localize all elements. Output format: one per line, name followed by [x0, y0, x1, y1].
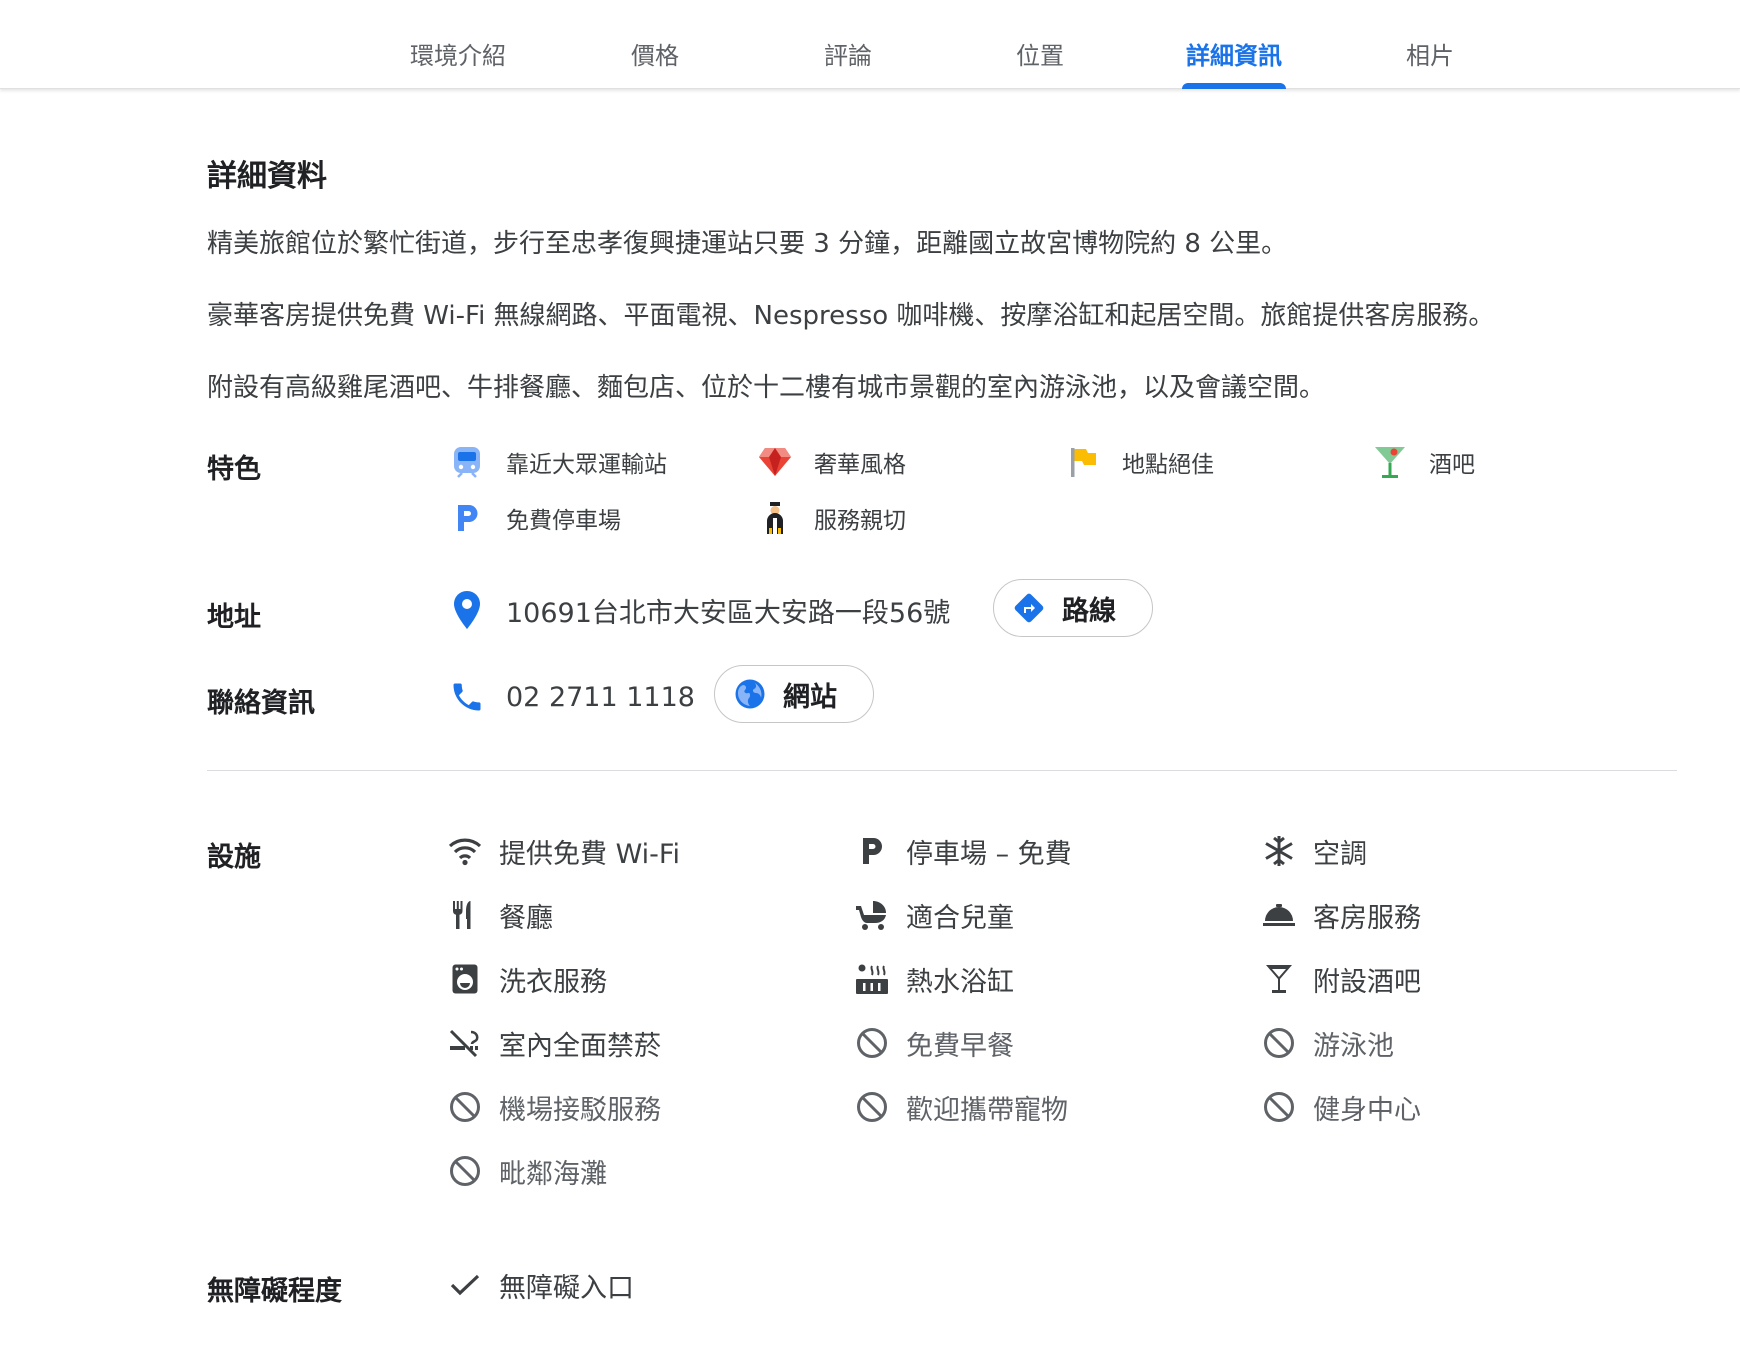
restaurant-icon: [447, 897, 483, 933]
not-available-icon: [1261, 1089, 1297, 1125]
not-available-icon: [447, 1153, 483, 1189]
parking-icon: [854, 833, 890, 869]
check-icon: [447, 1267, 483, 1303]
cocktail-icon: [1370, 442, 1410, 482]
address-label: 地址: [207, 602, 261, 633]
tab-location[interactable]: 位置: [1010, 36, 1070, 89]
amenity-pets-allowed: 歡迎攜帶寵物: [854, 1087, 1068, 1127]
feature-luxury: 奢華風格: [755, 442, 906, 482]
active-tab-indicator: [1182, 83, 1286, 89]
feature-free-parking: 免費停車場: [447, 498, 621, 538]
tab-overview[interactable]: 環境介紹: [403, 36, 513, 89]
amenities-label: 設施: [207, 842, 261, 873]
amenity-airport-shuttle: 機場接駁服務: [447, 1087, 661, 1127]
directions-icon: [1012, 591, 1046, 625]
amenity-room-service: 客房服務: [1261, 895, 1421, 935]
amenity-laundry: 洗衣服務: [447, 959, 607, 999]
stroller-icon: [854, 897, 890, 933]
description-paragraph-3: 附設有高級雞尾酒吧、牛排餐廳、麵包店、位於十二樓有城市景觀的室內游泳池，以及會議…: [207, 373, 1326, 403]
amenity-parking: 停車場 – 免費: [854, 831, 1072, 871]
not-available-icon: [854, 1089, 890, 1125]
address-row: 10691台北市大安區大安路一段56號: [447, 590, 950, 630]
details-title: 詳細資料: [207, 159, 327, 194]
flag-icon: [1063, 442, 1103, 482]
amenity-kid-friendly: 適合兒童: [854, 895, 1014, 935]
tab-prices[interactable]: 價格: [625, 36, 685, 89]
tab-photos[interactable]: 相片: [1400, 36, 1460, 89]
feature-location: 地點絕佳: [1063, 442, 1214, 482]
globe-icon: [733, 677, 767, 711]
description-paragraph-2: 豪華客房提供免費 Wi-Fi 無線網路、平面電視、Nespresso 咖啡機、按…: [207, 301, 1495, 331]
contact-label: 聯絡資訊: [207, 688, 315, 719]
laundry-icon: [447, 961, 483, 997]
accessibility-label: 無障礙程度: [207, 1276, 342, 1307]
amenity-wifi: 提供免費 Wi-Fi: [447, 831, 680, 871]
amenity-fitness-center: 健身中心: [1261, 1087, 1421, 1127]
not-available-icon: [1261, 1025, 1297, 1061]
feature-transit: 靠近大眾運輸站: [447, 442, 667, 482]
amenity-hot-tub: 熱水浴缸: [854, 959, 1014, 999]
amenity-restaurant: 餐廳: [447, 895, 553, 935]
tab-details[interactable]: 詳細資訊: [1182, 36, 1286, 89]
accessibility-entrance: 無障礙入口: [447, 1265, 634, 1305]
not-available-icon: [447, 1089, 483, 1125]
amenity-no-smoking: 室內全面禁菸: [447, 1023, 661, 1063]
address-value[interactable]: 10691台北市大安區大安路一段56號: [506, 591, 950, 630]
no-smoking-icon: [447, 1025, 483, 1061]
website-button[interactable]: 網站: [714, 665, 874, 723]
amenity-free-breakfast: 免費早餐: [854, 1023, 1014, 1063]
description-paragraph-1: 精美旅館位於繁忙街道，步行至忠孝復興捷運站只要 3 分鐘，距離國立故宮博物院約 …: [207, 229, 1288, 259]
feature-service: 服務親切: [755, 498, 906, 538]
location-pin-icon: [447, 590, 487, 630]
parking-icon: [447, 498, 487, 538]
amenity-beach: 毗鄰海灘: [447, 1151, 607, 1191]
phone-number[interactable]: 02 2711 1118: [506, 682, 695, 713]
snowflake-icon: [1261, 833, 1297, 869]
room-service-icon: [1261, 897, 1297, 933]
wifi-icon: [447, 833, 483, 869]
not-available-icon: [854, 1025, 890, 1061]
tab-bar: 環境介紹 價格 評論 位置 詳細資訊 相片: [0, 0, 1740, 89]
amenity-air-conditioning: 空調: [1261, 831, 1367, 871]
bar-icon: [1261, 961, 1297, 997]
section-divider: [207, 770, 1677, 771]
tab-reviews[interactable]: 評論: [818, 36, 878, 89]
phone-row: 02 2711 1118: [447, 677, 695, 717]
hot-tub-icon: [854, 961, 890, 997]
phone-icon: [447, 677, 487, 717]
directions-button[interactable]: 路線: [993, 579, 1153, 637]
gem-icon: [755, 442, 795, 482]
features-label: 特色: [207, 454, 261, 485]
feature-bar: 酒吧: [1370, 442, 1475, 482]
amenity-pool: 游泳池: [1261, 1023, 1394, 1063]
bellhop-icon: [755, 498, 795, 538]
amenity-bar: 附設酒吧: [1261, 959, 1421, 999]
train-icon: [447, 442, 487, 482]
